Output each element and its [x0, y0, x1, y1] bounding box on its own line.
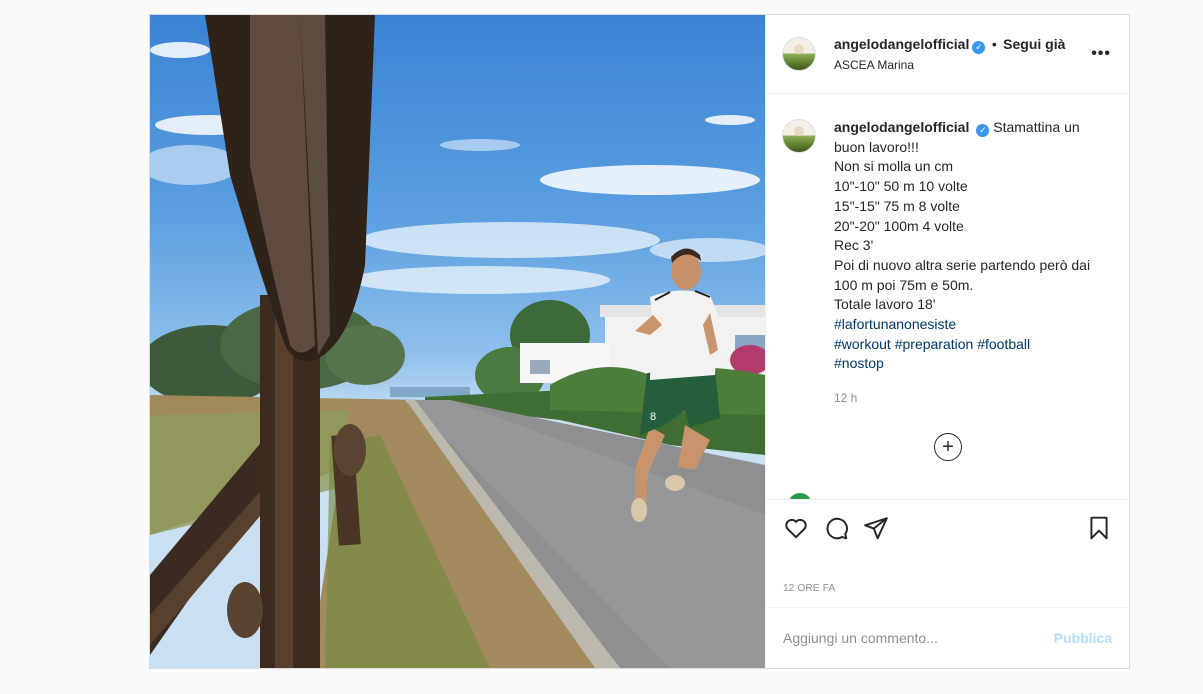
post-location[interactable]: ASCEA Marina	[834, 56, 1065, 74]
post-timestamp: 12 ORE FA	[783, 583, 836, 594]
plus-circle-icon[interactable]: +	[934, 433, 962, 461]
post-side-panel: angelodangelofficial ✓ • Segui già ASCEA …	[765, 15, 1129, 668]
hashtag-link[interactable]: #preparation	[895, 336, 974, 352]
more-options-icon[interactable]: •••	[1091, 45, 1111, 63]
verified-badge-icon: ✓	[972, 40, 986, 54]
load-more-label: +	[942, 436, 954, 458]
caption-line-7: Poi di nuovo altra serie partendo però d…	[834, 256, 1091, 293]
hashtag-link[interactable]: #football	[977, 336, 1030, 352]
caption-time: 12 h	[834, 391, 858, 406]
svg-text:8: 8	[650, 411, 656, 423]
publish-button[interactable]: Pubblica	[1054, 630, 1112, 646]
separator-dot: •	[991, 35, 997, 52]
verified-badge-icon: ✓	[976, 124, 990, 137]
post-caption: angelodangelofficial ✓ Stamattina un buon…	[834, 118, 1104, 374]
comment-icon[interactable]	[816, 508, 856, 548]
caption-line-8: Totale lavoro 18'	[834, 296, 936, 313]
post-container: 8 angelodangelofficial ✓ • Segui già ASCE…	[149, 14, 1130, 669]
hashtag-link[interactable]: #nostop	[834, 355, 884, 371]
comment-form: Pubblica	[766, 607, 1129, 668]
comment-input[interactable]	[783, 630, 1054, 646]
following-button[interactable]: Segui già	[1003, 36, 1065, 52]
caption-line-5: 20"-20" 100m 4 volte	[834, 217, 964, 234]
caption-line-3: 10"-10" 50 m 10 volte	[834, 178, 968, 195]
post-header: angelodangelofficial ✓ • Segui già ASCEA …	[766, 15, 1129, 94]
hashtag-link[interactable]: #workout	[834, 336, 891, 352]
caption-line-4: 15"-15" 75 m 8 volte	[834, 197, 960, 214]
photo-scene: 8	[150, 15, 765, 668]
caption-line-6: Rec 3'	[834, 237, 874, 254]
post-photo[interactable]: 8	[150, 15, 765, 668]
caption-author-avatar[interactable]	[782, 119, 816, 153]
comments-area: angelodangelofficial ✓ Stamattina un buon…	[766, 95, 1129, 499]
action-bar	[766, 499, 1129, 555]
hashtag-link[interactable]: #lafortunanonesiste	[834, 316, 956, 332]
bookmark-icon[interactable]	[1079, 508, 1119, 548]
author-username[interactable]: angelodangelofficial	[834, 36, 969, 52]
paper-plane-icon[interactable]	[856, 508, 896, 548]
caption-username[interactable]: angelodangelofficial	[834, 119, 969, 135]
caption-row: angelodangelofficial ✓ Stamattina un buon…	[782, 118, 1113, 374]
heart-icon[interactable]	[776, 508, 816, 548]
header-info: angelodangelofficial ✓ • Segui già ASCEA …	[834, 35, 1065, 74]
caption-line-2: Non si molla un cm	[834, 158, 954, 175]
author-avatar[interactable]	[782, 37, 816, 71]
